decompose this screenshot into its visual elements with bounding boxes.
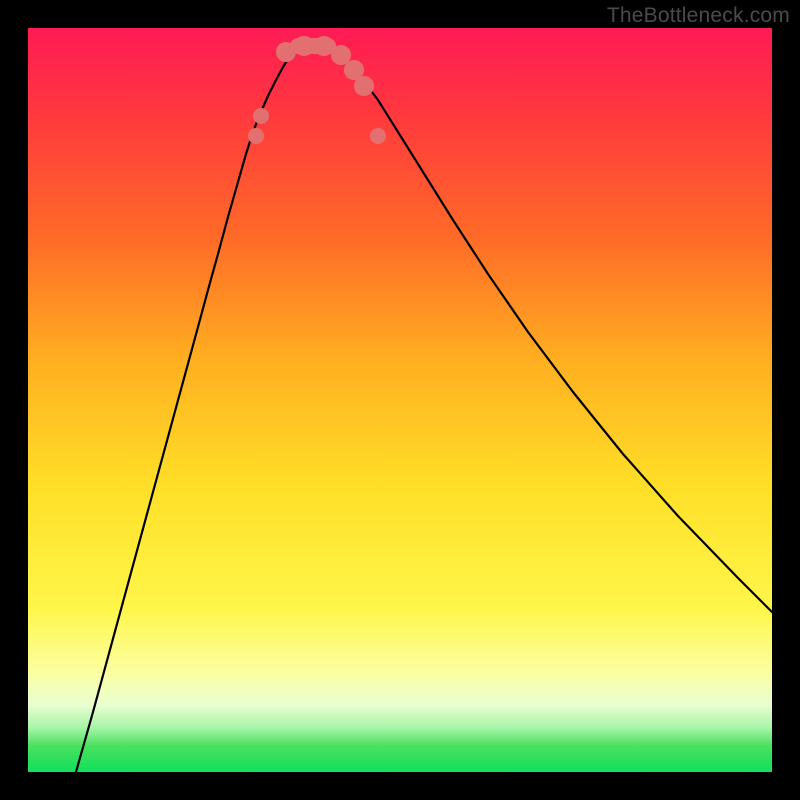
data-point bbox=[314, 36, 334, 56]
watermark-text: TheBottleneck.com bbox=[607, 4, 790, 28]
curve-right-branch bbox=[328, 46, 772, 612]
data-point bbox=[248, 128, 264, 144]
data-point bbox=[253, 108, 269, 124]
curve-overlay bbox=[28, 28, 772, 772]
curve-left-branch bbox=[76, 46, 298, 772]
data-point bbox=[276, 42, 296, 62]
chart-frame: TheBottleneck.com bbox=[0, 0, 800, 800]
plot-area bbox=[28, 28, 772, 772]
data-point bbox=[354, 76, 374, 96]
data-point bbox=[370, 128, 386, 144]
data-point bbox=[294, 36, 314, 56]
